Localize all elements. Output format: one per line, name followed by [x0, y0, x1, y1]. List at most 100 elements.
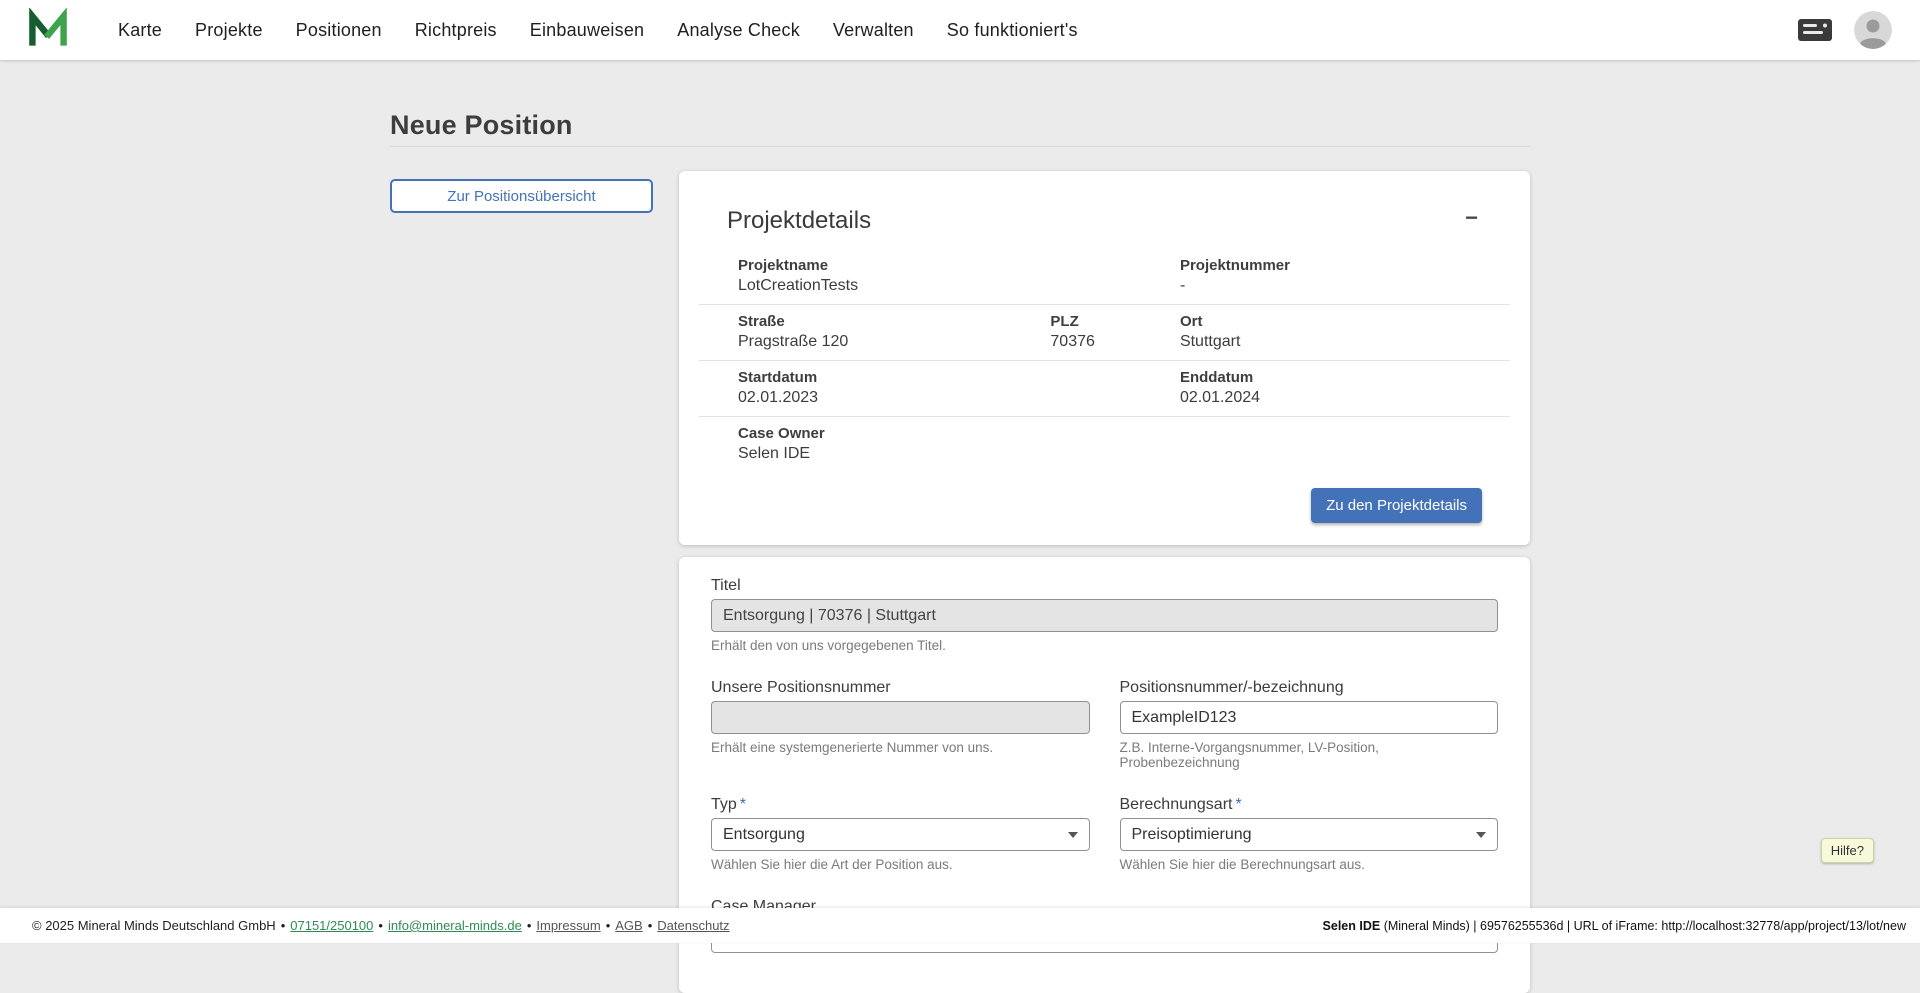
field-label: Ort: [1180, 313, 1500, 330]
content-row: Zur Positionsübersicht Projektdetails − …: [390, 171, 1530, 993]
main-content: Neue Position Zur Positionsübersicht Pro…: [390, 60, 1530, 993]
field-value: Selen IDE: [738, 445, 1500, 463]
help-button[interactable]: Hilfe?: [1821, 838, 1874, 863]
nav-item-positionen[interactable]: Positionen: [296, 20, 382, 41]
berechnungsart-select-value: Preisoptimierung: [1132, 826, 1252, 844]
titel-input[interactable]: [711, 599, 1498, 632]
berechnungsart-helper: Wählen Sie hier die Berechnungsart aus.: [1120, 857, 1499, 872]
berechnungsart-label: Berechnungsart*: [1120, 796, 1499, 814]
field-projektname: Projektname LotCreationTests: [738, 257, 1180, 295]
project-details-table: Projektname LotCreationTests Projektnumm…: [699, 249, 1510, 472]
typ-group: Typ* Entsorgung Wählen Sie hier die Art …: [711, 796, 1090, 872]
table-row: Straße Pragstraße 120 PLZ 70376 Ort Stut…: [699, 304, 1510, 360]
nav-item-richtpreis[interactable]: Richtpreis: [415, 20, 497, 41]
field-startdatum: Startdatum 02.01.2023: [738, 369, 1180, 407]
typ-helper: Wählen Sie hier die Art der Position aus…: [711, 857, 1090, 872]
page-title: Neue Position: [390, 110, 1530, 141]
nav-item-karte[interactable]: Karte: [118, 20, 162, 41]
footer-left: © 2025 Mineral Minds Deutschland GmbH • …: [32, 918, 730, 933]
titel-helper: Erhält den von uns vorgegebenen Titel.: [711, 638, 1498, 653]
agb-link[interactable]: AGB: [615, 918, 642, 933]
field-plz: PLZ 70376: [1050, 313, 1180, 351]
titel-group: Titel Erhält den von uns vorgegebenen Ti…: [711, 577, 1498, 653]
field-strasse: Straße Pragstraße 120: [738, 313, 1050, 351]
separator: •: [378, 918, 383, 933]
positionsnummer-label: Positionsnummer/-bezeichnung: [1120, 679, 1499, 697]
nav-item-verwalten[interactable]: Verwalten: [833, 20, 914, 41]
copyright-text: © 2025 Mineral Minds Deutschland GmbH: [32, 918, 276, 933]
field-label: Enddatum: [1180, 369, 1500, 386]
field-value: -: [1180, 277, 1500, 295]
project-details-actions: Zu den Projektdetails: [699, 472, 1510, 529]
nav-item-einbauweisen[interactable]: Einbauweisen: [530, 20, 644, 41]
titel-label: Titel: [711, 577, 1498, 595]
typ-select[interactable]: Entsorgung: [711, 818, 1090, 851]
unsere-positionsnummer-group: Unsere Positionsnummer Erhält eine syste…: [711, 679, 1090, 770]
mineral-minds-logo[interactable]: [26, 8, 70, 52]
field-label: Case Owner: [738, 425, 1500, 442]
project-details-title: Projektdetails: [727, 207, 871, 235]
type-fields-row: Typ* Entsorgung Wählen Sie hier die Art …: [711, 796, 1498, 872]
field-value: Stuttgart: [1180, 333, 1500, 351]
unsere-positionsnummer-label: Unsere Positionsnummer: [711, 679, 1090, 697]
user-avatar[interactable]: [1854, 11, 1892, 49]
field-projektnummer: Projektnummer -: [1180, 257, 1500, 295]
collapse-card-button[interactable]: −: [1461, 197, 1482, 231]
nav-item-analyse-check[interactable]: Analyse Check: [677, 20, 800, 41]
card-reader-icon[interactable]: [1798, 19, 1832, 41]
table-row: Projektname LotCreationTests Projektnumm…: [699, 249, 1510, 304]
go-to-project-details-button[interactable]: Zu den Projektdetails: [1311, 488, 1482, 523]
title-divider: [390, 146, 1530, 147]
required-marker: *: [1235, 796, 1241, 813]
field-case-owner: Case Owner Selen IDE: [738, 425, 1500, 463]
field-label: Startdatum: [738, 369, 1180, 386]
left-column: Zur Positionsübersicht: [390, 171, 653, 213]
positionsnummer-input[interactable]: [1120, 701, 1499, 734]
table-row: Startdatum 02.01.2023 Enddatum 02.01.202…: [699, 360, 1510, 416]
chevron-down-icon: [1068, 832, 1078, 838]
project-details-card: Projektdetails − Projektname LotCreation…: [679, 171, 1530, 545]
session-details: (Mineral Minds) | 69576255536d | URL of …: [1380, 919, 1906, 933]
required-marker: *: [740, 796, 746, 813]
session-user: Selen IDE: [1323, 919, 1381, 933]
berechnungsart-group: Berechnungsart* Preisoptimierung Wählen …: [1120, 796, 1499, 872]
chevron-down-icon: [1476, 832, 1486, 838]
datenschutz-link[interactable]: Datenschutz: [657, 918, 729, 933]
unsere-positionsnummer-helper: Erhält eine systemgenerierte Nummer von …: [711, 740, 1090, 755]
field-value: 02.01.2023: [738, 389, 1180, 407]
field-value: 70376: [1050, 333, 1180, 351]
field-label: Straße: [738, 313, 1050, 330]
impressum-link[interactable]: Impressum: [536, 918, 600, 933]
positionsnummer-helper: Z.B. Interne-Vorgangsnummer, LV-Position…: [1120, 740, 1499, 770]
separator: •: [648, 918, 653, 933]
berechnungsart-select[interactable]: Preisoptimierung: [1120, 818, 1499, 851]
positionsnummer-group: Positionsnummer/-bezeichnung Z.B. Intern…: [1120, 679, 1499, 770]
top-navigation-bar: Karte Projekte Positionen Richtpreis Ein…: [0, 0, 1920, 60]
right-column: Projektdetails − Projektname LotCreation…: [679, 171, 1530, 993]
table-row: Case Owner Selen IDE: [699, 416, 1510, 472]
email-link[interactable]: info@mineral-minds.de: [388, 918, 522, 933]
phone-link[interactable]: 07151/250100: [290, 918, 373, 933]
field-label: PLZ: [1050, 313, 1180, 330]
field-value: LotCreationTests: [738, 277, 1180, 295]
back-to-positions-button[interactable]: Zur Positionsübersicht: [390, 179, 653, 213]
typ-select-value: Entsorgung: [723, 826, 805, 844]
field-label: Projektnummer: [1180, 257, 1500, 274]
field-label: Projektname: [738, 257, 1180, 274]
nav-item-so-funktionierts[interactable]: So funktioniert's: [947, 20, 1078, 41]
footer-session-info: Selen IDE (Mineral Minds) | 69576255536d…: [1323, 919, 1906, 933]
separator: •: [281, 918, 286, 933]
number-fields-row: Unsere Positionsnummer Erhält eine syste…: [711, 679, 1498, 770]
typ-label: Typ*: [711, 796, 1090, 814]
project-details-header: Projektdetails −: [699, 197, 1510, 235]
logo-icon: [26, 8, 70, 52]
field-ort: Ort Stuttgart: [1180, 313, 1500, 351]
main-navigation: Karte Projekte Positionen Richtpreis Ein…: [118, 20, 1078, 41]
separator: •: [527, 918, 532, 933]
unsere-positionsnummer-input[interactable]: [711, 701, 1090, 734]
nav-item-projekte[interactable]: Projekte: [195, 20, 263, 41]
footer: © 2025 Mineral Minds Deutschland GmbH • …: [0, 908, 1920, 943]
separator: •: [606, 918, 611, 933]
field-enddatum: Enddatum 02.01.2024: [1180, 369, 1500, 407]
field-value: Pragstraße 120: [738, 333, 1050, 351]
